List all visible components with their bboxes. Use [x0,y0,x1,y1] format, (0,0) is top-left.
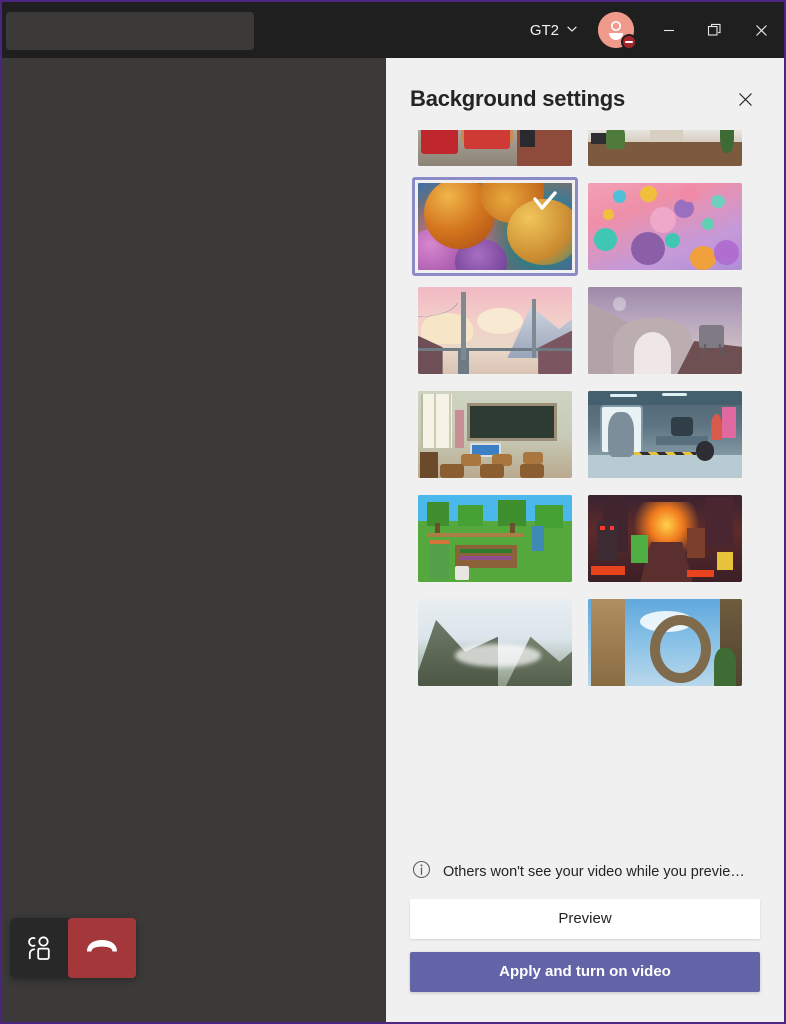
apply-and-turn-on-video-button[interactable]: Apply and turn on video [410,952,760,992]
background-thumbnail-lounge[interactable] [418,130,572,166]
background-grid [386,130,784,686]
title-bar-right-controls: GT2 [522,2,784,58]
org-switcher[interactable]: GT2 [522,16,586,45]
preview-button[interactable]: Preview [410,899,760,939]
background-thumbnail-stone-arch[interactable] [588,599,742,686]
teams-meeting-window: GT2 Background settings Others won't see… [0,0,786,1024]
page-title: Background settings [410,86,626,111]
background-thumbnail-mountains[interactable] [418,599,572,686]
background-thumbnail-lunar-arch[interactable] [588,287,742,374]
panel-header: Background settings [386,58,784,130]
background-settings-panel: Background settings Others won't see you… [386,58,784,1022]
restore-button[interactable] [692,2,738,58]
background-thumbnail-classroom[interactable] [418,391,572,478]
background-thumbnail-minecraft-village[interactable] [418,495,572,582]
call-control-bar [10,918,136,978]
background-thumbnail-spheres[interactable] [588,183,742,270]
title-bar: GT2 [2,2,784,58]
panel-footer: Others won't see your video while you pr… [386,846,784,1022]
search-input[interactable] [6,12,254,50]
hangup-button[interactable] [68,918,136,978]
info-icon [412,860,431,883]
participants-icon[interactable] [10,918,68,978]
org-label: GT2 [529,21,559,39]
video-stage [2,58,388,1022]
avatar[interactable] [598,12,637,50]
background-thumbnail-office[interactable] [588,130,742,166]
chevron-down-icon [566,22,578,39]
minimize-button[interactable] [646,2,692,58]
background-thumbnail-bridge[interactable] [418,287,572,374]
close-window-button[interactable] [738,2,784,58]
background-list-scroll-area[interactable] [386,130,784,846]
background-thumbnail-minecraft-nether[interactable] [588,495,742,582]
background-thumbnail-balloons[interactable] [412,177,578,276]
presence-badge-dnd [621,34,637,50]
preview-notice-text: Others won't see your video while you pr… [443,863,745,880]
checkmark-icon [532,191,558,218]
close-panel-button[interactable] [730,84,760,114]
background-thumbnail-space-lab[interactable] [588,391,742,478]
preview-notice: Others won't see your video while you pr… [410,846,760,899]
